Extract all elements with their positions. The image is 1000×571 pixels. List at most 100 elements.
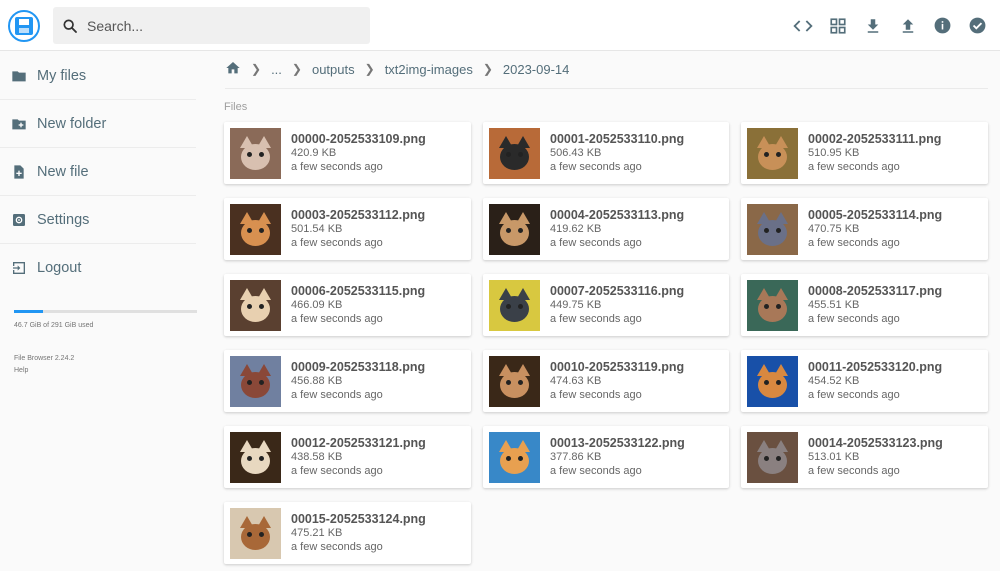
file-card[interactable]: 00000-2052533109.png 420.9 KB a few second… [224,122,471,184]
app-version-link[interactable]: File Browser 2.24.2 [14,353,74,365]
storage-progress-fill [14,310,44,313]
sidebar-item-logout[interactable]: Logout [0,244,196,292]
breadcrumb-item[interactable]: outputs [312,62,355,77]
file-size: 510.95 KB [808,147,860,159]
file-modified: a few seconds ago [808,465,900,477]
file-card[interactable]: 00013-2052533122.png 377.86 KB a few secon… [483,426,729,488]
file-meta: 00013-2052533122.png 377.86 KB a few secon… [550,436,685,478]
file-size: 420.9 KB [291,147,337,159]
file-card[interactable]: 00008-2052533117.png 455.51 KB a few secon… [741,274,988,336]
file-thumbnail [230,279,281,331]
file-card[interactable]: 00006-2052533115.png 466.09 KB a few secon… [224,274,471,336]
file-name: 00010-2052533119.png [550,360,685,374]
file-name: 00005-2052533114.png [808,208,943,222]
header-bar [0,0,1000,51]
file-size: 474.63 KB [550,375,602,387]
sidebar-item-label: New file [37,163,89,180]
file-card[interactable]: 00001-2052533110.png 506.43 KB a few secon… [483,122,729,184]
file-modified: a few seconds ago [291,389,383,401]
file-thumbnail [489,355,540,407]
file-size: 501.54 KB [291,223,343,235]
file-thumbnail [489,203,540,255]
breadcrumb-item[interactable]: ... [271,62,282,77]
help-link[interactable]: Help [14,365,74,377]
settings-icon [11,212,27,228]
file-modified: a few seconds ago [808,389,900,401]
file-thumbnail [230,507,281,559]
file-name: 00009-2052533118.png [291,360,426,374]
file-modified: a few seconds ago [291,161,383,173]
file-meta: 00011-2052533120.png 454.52 KB a few secon… [808,360,942,402]
file-card[interactable]: 00010-2052533119.png 474.63 KB a few secon… [483,350,729,412]
sidebar-item-settings[interactable]: Settings [0,196,196,244]
file-meta: 00008-2052533117.png 455.51 KB a few secon… [808,284,942,326]
sidebar-item-new-file[interactable]: New file [0,148,196,196]
section-title: Files [224,101,248,113]
file-size: 506.43 KB [550,147,602,159]
file-size: 470.75 KB [808,223,860,235]
breadcrumb-item[interactable]: 2023-09-14 [503,62,570,77]
upload-icon[interactable] [895,13,920,38]
file-modified: a few seconds ago [291,237,383,249]
home-icon[interactable] [225,60,241,79]
file-name: 00007-2052533116.png [550,284,685,298]
file-name: 00003-2052533112.png [291,208,426,222]
chevron-right-icon: ❯ [364,62,375,76]
sidebar: My files New folder New file Settings Lo… [0,52,200,374]
file-modified: a few seconds ago [550,465,642,477]
check-circle-icon[interactable] [965,13,990,38]
file-thumbnail [489,127,540,179]
file-meta: 00015-2052533124.png 475.21 KB a few secon… [291,512,426,554]
folder-icon [11,68,27,84]
file-size: 449.75 KB [550,299,602,311]
chevron-right-icon: ❯ [291,62,302,76]
search-input[interactable] [87,17,347,34]
app-logo[interactable] [8,10,40,42]
file-meta: 00004-2052533113.png 419.62 KB a few secon… [550,208,684,250]
file-card[interactable]: 00004-2052533113.png 419.62 KB a few secon… [483,198,729,260]
file-card[interactable]: 00003-2052533112.png 501.54 KB a few secon… [224,198,471,260]
file-size: 454.52 KB [808,375,860,387]
sidebar-item-my-files[interactable]: My files [0,52,196,100]
file-card[interactable]: 00011-2052533120.png 454.52 KB a few secon… [741,350,988,412]
file-modified: a few seconds ago [550,161,642,173]
chevron-right-icon: ❯ [251,62,262,76]
sidebar-item-new-folder[interactable]: New folder [0,100,196,148]
file-modified: a few seconds ago [291,541,383,553]
file-name: 00000-2052533109.png [291,132,426,146]
file-thumbnail [747,279,798,331]
file-name: 00011-2052533120.png [808,360,943,374]
file-card[interactable]: 00015-2052533124.png 475.21 KB a few secon… [224,502,471,564]
grid-view-icon[interactable] [825,13,850,38]
file-modified: a few seconds ago [550,389,642,401]
download-icon[interactable] [860,13,885,38]
file-meta: 00006-2052533115.png 466.09 KB a few secon… [291,284,425,326]
storage-text: 46.7 GiB of 291 GiB used [14,322,94,329]
sidebar-item-label: Logout [37,260,82,276]
info-icon[interactable] [930,13,955,38]
file-card[interactable]: 00007-2052533116.png 449.75 KB a few secon… [483,274,729,336]
file-meta: 00014-2052533123.png 513.01 KB a few secon… [808,436,943,478]
code-view-icon[interactable] [790,13,815,38]
file-thumbnail [747,127,798,179]
file-card[interactable]: 00012-2052533121.png 438.58 KB a few secon… [224,426,471,488]
file-name: 00014-2052533123.png [808,436,943,450]
file-meta: 00000-2052533109.png 420.9 KB a few second… [291,132,426,174]
file-thumbnail [230,127,281,179]
sidebar-item-label: My files [37,67,87,84]
search-box[interactable] [53,7,370,44]
chevron-right-icon: ❯ [482,62,493,76]
exit-icon [11,260,27,276]
file-size: 513.01 KB [808,451,860,463]
header-actions [790,13,990,39]
file-card[interactable]: 00009-2052533118.png 456.88 KB a few secon… [224,350,471,412]
file-size: 377.86 KB [550,451,602,463]
file-card[interactable]: 00005-2052533114.png 470.75 KB a few secon… [741,198,988,260]
breadcrumb-item[interactable]: txt2img-images [385,62,473,77]
file-card[interactable]: 00014-2052533123.png 513.01 KB a few secon… [741,426,988,488]
credits: File Browser 2.24.2 Help [14,353,74,377]
file-thumbnail [230,431,281,483]
file-card[interactable]: 00002-2052533111.png 510.95 KB a few secon… [741,122,988,184]
file-thumbnail [489,431,540,483]
create-new-folder-icon [11,116,27,132]
